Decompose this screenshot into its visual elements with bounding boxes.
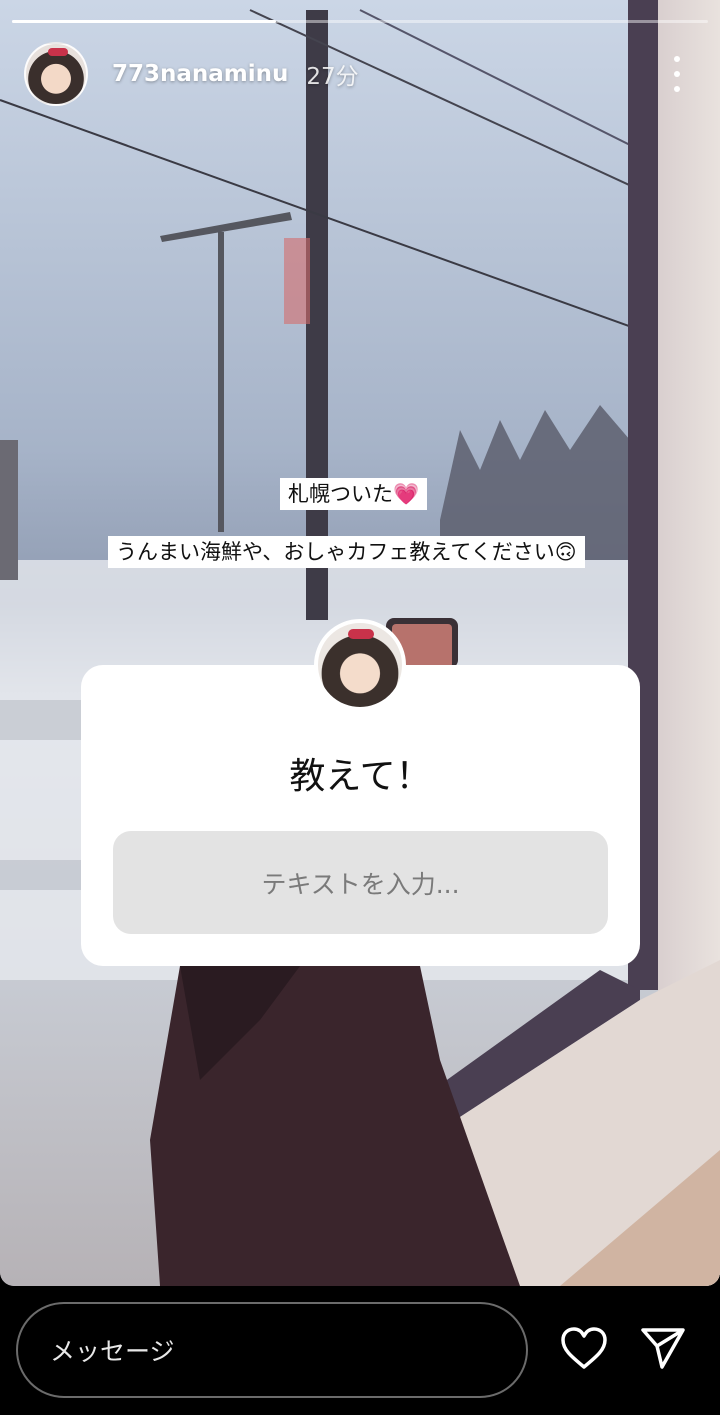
username[interactable]: 773nanaminu <box>112 61 288 87</box>
message-input[interactable]: メッセージ <box>16 1302 528 1398</box>
question-sticker-avatar <box>314 619 406 711</box>
story-progress-fill <box>12 20 277 23</box>
story-timestamp: 27分 <box>306 64 359 90</box>
send-icon[interactable] <box>640 1326 686 1370</box>
story-progress-bar <box>12 20 708 23</box>
story-header: 773nanaminu 27分 <box>24 42 690 106</box>
question-title: 教えて！ <box>289 756 432 797</box>
heart-icon[interactable] <box>560 1326 608 1370</box>
user-avatar[interactable] <box>24 42 88 106</box>
question-answer-input[interactable]: テキストを入力... <box>113 831 608 934</box>
story-frame[interactable]: 773nanaminu 27分 札幌ついた💗 うんまい海鮮や、おしゃカフェ教えて… <box>0 0 720 1286</box>
story-caption-1: 札幌ついた💗 <box>280 478 428 510</box>
story-caption-2: うんまい海鮮や、おしゃカフェ教えてください🙃 <box>108 536 585 568</box>
reply-bar: メッセージ <box>0 1286 720 1415</box>
more-vertical-icon[interactable] <box>672 56 682 92</box>
